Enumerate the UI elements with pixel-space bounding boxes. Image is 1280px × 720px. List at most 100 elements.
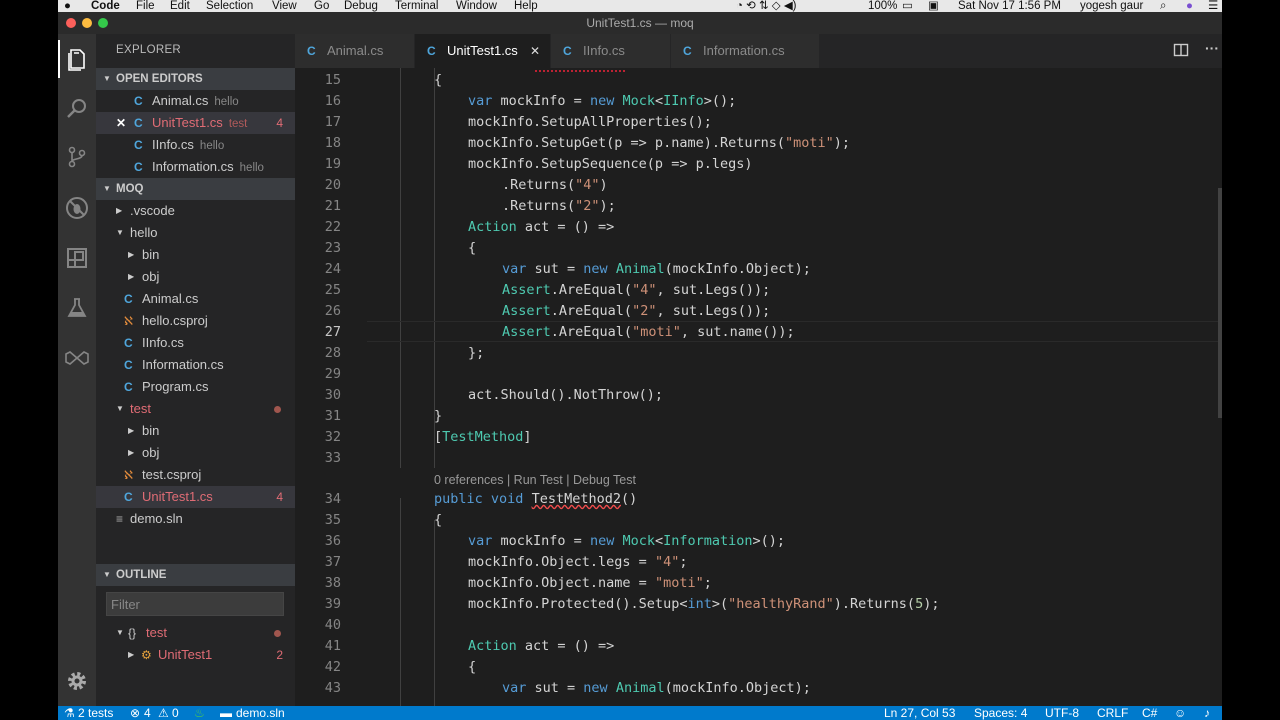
outline-item-test[interactable]: ▼ {} test — [96, 622, 295, 644]
code-line[interactable]: Assert.AreEqual("moti", sut.name()); — [502, 322, 795, 343]
extensions-icon[interactable] — [58, 239, 96, 277]
display-icon[interactable]: ▣ — [928, 0, 939, 12]
code-line[interactable]: mockInfo.Object.legs = "4"; — [468, 552, 687, 573]
settings-gear-icon[interactable] — [58, 662, 96, 700]
tab-information-cs[interactable]: C Information.cs — [671, 34, 819, 68]
tree-item-test-obj[interactable]: ▶ obj — [96, 442, 295, 464]
tree-item-test-bin[interactable]: ▶ bin — [96, 420, 295, 442]
code-line[interactable]: public void TestMethod2() — [434, 489, 637, 510]
menu-app-name[interactable]: Code — [91, 0, 120, 12]
notifications-bell-icon[interactable]: ♪ — [1204, 706, 1210, 720]
file-encoding[interactable]: UTF-8 — [1045, 706, 1079, 720]
tab-unittest1-cs[interactable]: C UnitTest1.cs ✕ — [415, 34, 550, 68]
outline-header[interactable]: ▼ OUTLINE — [96, 564, 295, 586]
code-line[interactable]: var mockInfo = new Mock<IInfo>(); — [468, 91, 736, 112]
code-line[interactable]: Action act = () => — [468, 217, 614, 238]
end-of-line[interactable]: CRLF — [1097, 706, 1128, 720]
folder-icon[interactable]: ▬ — [220, 706, 232, 720]
code-line[interactable]: { — [468, 238, 476, 259]
tab-iinfo-cs[interactable]: C IInfo.cs — [551, 34, 670, 68]
open-editor-unittest1[interactable]: ✕ C UnitTest1.cs test 4 — [96, 112, 295, 134]
open-editor-animal[interactable]: C Animal.cs hello — [96, 90, 295, 112]
tab-animal-cs[interactable]: C Animal.cs — [295, 34, 414, 68]
notification-center-icon[interactable]: ☰ — [1208, 0, 1218, 12]
code-line[interactable]: Assert.AreEqual("4", sut.Legs()); — [502, 280, 770, 301]
code-line[interactable]: .Returns("2"); — [502, 196, 616, 217]
tree-item-information-cs[interactable]: C Information.cs — [96, 354, 295, 376]
close-tab-icon[interactable]: ✕ — [530, 34, 540, 68]
code-line[interactable]: } — [434, 406, 442, 427]
code-line[interactable]: }; — [468, 343, 484, 364]
warning-icon[interactable]: ⚠ — [158, 706, 169, 720]
open-editors-header[interactable]: ▼ OPEN EDITORS — [96, 68, 295, 90]
code-line[interactable]: { — [434, 510, 442, 531]
code-line[interactable]: mockInfo.Object.name = "moti"; — [468, 573, 712, 594]
solution-name[interactable]: demo.sln — [236, 706, 285, 720]
error-icon[interactable]: ⊗ — [130, 706, 140, 720]
spotlight-search-icon[interactable]: ⌕ — [1160, 0, 1166, 12]
tree-item-vscode[interactable]: ▶ .vscode — [96, 200, 295, 222]
code-line[interactable]: act.Should().NotThrow(); — [468, 385, 663, 406]
warning-count[interactable]: 0 — [172, 706, 179, 720]
tree-item-hello-bin[interactable]: ▶ bin — [96, 244, 295, 266]
feedback-smiley-icon[interactable]: ☺ — [1174, 706, 1186, 720]
code-line[interactable]: var mockInfo = new Mock<Information>(); — [468, 531, 785, 552]
siri-icon[interactable]: ● — [1186, 0, 1193, 12]
battery-icon[interactable]: ▭ — [902, 0, 913, 12]
test-flask-icon[interactable] — [58, 289, 96, 327]
tree-item-program-cs[interactable]: C Program.cs — [96, 376, 295, 398]
code-line[interactable]: mockInfo.SetupSequence(p => p.legs) — [468, 154, 752, 175]
explorer-icon[interactable] — [58, 40, 96, 78]
code-line[interactable]: { — [434, 70, 442, 91]
tree-item-animal-cs[interactable]: C Animal.cs — [96, 288, 295, 310]
code-editor[interactable]: 15 {16 var mockInfo = new Mock<IInfo>(); 17… — [295, 68, 1222, 706]
code-line[interactable]: { — [468, 657, 476, 678]
beaker-icon[interactable]: ⚗ — [64, 706, 75, 720]
folder-moq-header[interactable]: ▼ MOQ — [96, 178, 295, 200]
close-icon[interactable]: ✕ — [116, 112, 126, 134]
menu-selection[interactable]: Selection — [206, 0, 253, 12]
tree-item-iinfo-cs[interactable]: C IInfo.cs — [96, 332, 295, 354]
search-icon[interactable] — [58, 89, 96, 127]
tests-count[interactable]: 2 tests — [78, 706, 113, 720]
menu-view[interactable]: View — [272, 0, 297, 12]
menu-edit[interactable]: Edit — [170, 0, 190, 12]
scrollbar-thumb[interactable] — [1218, 188, 1222, 418]
code-line[interactable]: mockInfo.SetupAllProperties(); — [468, 112, 712, 133]
tree-item-test-csproj[interactable]: ℵ test.csproj — [96, 464, 295, 486]
language-mode[interactable]: C# — [1142, 706, 1157, 720]
error-count[interactable]: 4 — [144, 706, 151, 720]
menu-terminal[interactable]: Terminal — [395, 0, 438, 12]
code-line[interactable]: .Returns("4") — [502, 175, 608, 196]
outline-item-unittest1[interactable]: ▶ ⚙ UnitTest1 2 — [96, 644, 295, 666]
indentation[interactable]: Spaces: 4 — [974, 706, 1027, 720]
menu-window[interactable]: Window — [456, 0, 497, 12]
tree-item-demo-sln[interactable]: ≡ demo.sln — [96, 508, 295, 530]
codelens-references[interactable]: 0 references | Run Test | Debug Test — [434, 471, 636, 489]
apple-icon[interactable]: ● — [64, 0, 71, 12]
menu-file[interactable]: File — [136, 0, 155, 12]
tree-item-unittest1-cs[interactable]: C UnitTest1.cs 4 — [96, 486, 295, 508]
code-line[interactable]: Action act = () => — [468, 636, 614, 657]
code-line[interactable]: Assert.AreEqual("2", sut.Legs()); — [502, 301, 770, 322]
split-editor-icon[interactable] — [1173, 42, 1189, 63]
open-editor-information[interactable]: C Information.cs hello — [96, 156, 295, 178]
tree-item-hello[interactable]: ▼ hello — [96, 222, 295, 244]
scrollbar-track[interactable] — [1218, 68, 1222, 706]
menu-debug[interactable]: Debug — [344, 0, 378, 12]
clock-text[interactable]: Sat Nov 17 1:56 PM — [958, 0, 1061, 12]
more-actions-icon[interactable]: ··· — [1205, 40, 1219, 56]
visual-studio-icon[interactable] — [58, 339, 96, 377]
menu-go[interactable]: Go — [314, 0, 329, 12]
code-line[interactable]: mockInfo.Protected().Setup<int>("healthy… — [468, 594, 939, 615]
outline-filter-input[interactable]: Filter — [106, 592, 284, 616]
tree-item-test[interactable]: ▼ test — [96, 398, 295, 420]
code-line[interactable]: mockInfo.SetupGet(p => p.name).Returns("… — [468, 133, 850, 154]
source-control-icon[interactable] — [58, 138, 96, 176]
menu-help[interactable]: Help — [514, 0, 538, 12]
tree-item-hello-csproj[interactable]: ℵ hello.csproj — [96, 310, 295, 332]
open-editor-iinfo[interactable]: C IInfo.cs hello — [96, 134, 295, 156]
user-name[interactable]: yogesh gaur — [1080, 0, 1143, 12]
omnisharp-flame-icon[interactable]: ♨ — [194, 706, 205, 720]
cursor-position[interactable]: Ln 27, Col 53 — [884, 706, 955, 720]
